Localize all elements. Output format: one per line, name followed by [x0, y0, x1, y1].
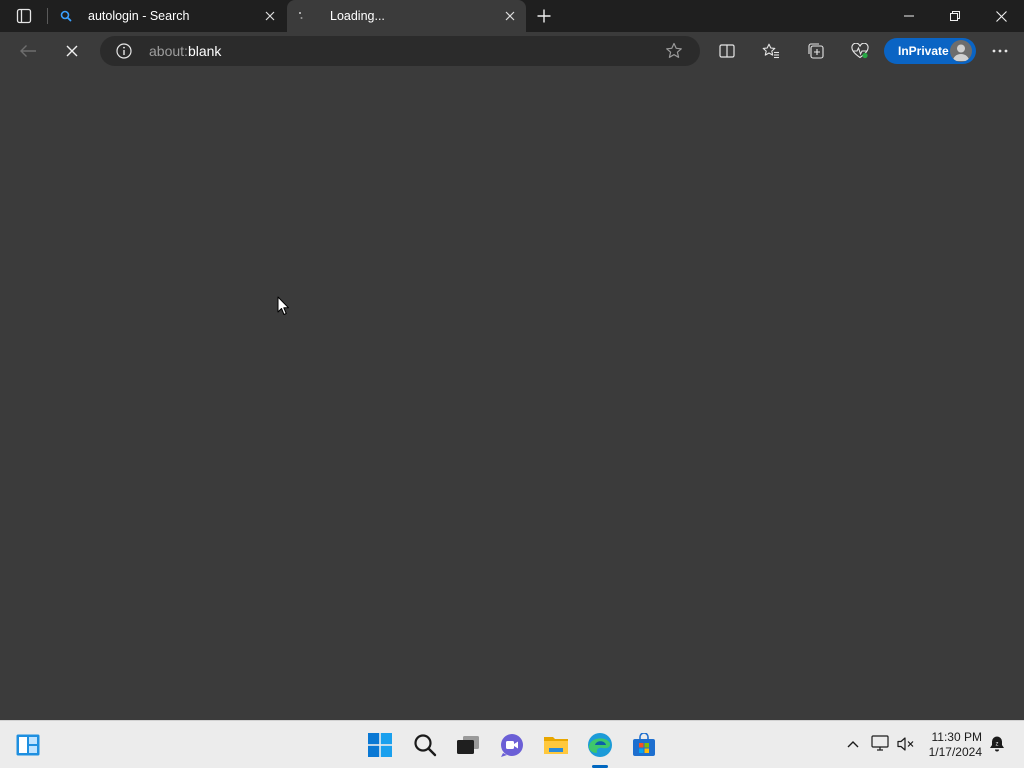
url-scheme: about: [149, 43, 188, 59]
info-icon[interactable] [116, 43, 132, 59]
tab-title: Loading... [330, 9, 385, 23]
chat-button[interactable] [496, 729, 528, 761]
volume-muted-icon [897, 737, 914, 751]
tab-title: autologin - Search [88, 9, 190, 23]
collections-icon [808, 43, 824, 59]
address-bar[interactable]: about:blank [100, 36, 700, 66]
store-icon [633, 733, 655, 756]
loading-spinner-icon [294, 8, 310, 24]
edge-browser-button[interactable] [584, 729, 616, 761]
tab-loading[interactable]: Loading... [287, 0, 526, 32]
back-arrow-icon [20, 45, 36, 57]
widgets-icon [16, 734, 40, 756]
new-tab-button[interactable] [532, 4, 556, 28]
restore-button[interactable] [932, 0, 978, 32]
add-favorite-star-icon[interactable] [665, 42, 683, 60]
split-screen-icon [719, 44, 735, 58]
widgets-button[interactable] [12, 729, 44, 761]
browser-toolbar: about:blank InPrivate [0, 32, 1024, 70]
browser-essentials-button[interactable] [844, 35, 876, 67]
search-icon [414, 734, 437, 757]
system-clock[interactable]: 11:30 PM 1/17/2024 [920, 730, 982, 760]
notifications-button[interactable]: z [986, 733, 1008, 755]
url-host: blank [187, 43, 222, 59]
favorites-icon [762, 43, 779, 59]
stop-icon [66, 45, 78, 57]
plus-icon [537, 9, 551, 23]
svg-text:z: z [996, 742, 999, 748]
close-icon [995, 10, 1007, 22]
notification-bell-icon: z [990, 736, 1004, 752]
minimize-icon [904, 15, 914, 17]
inprivate-label: InPrivate [898, 44, 949, 58]
show-hidden-icons-button[interactable] [842, 733, 864, 755]
file-explorer-icon [544, 737, 568, 754]
file-explorer-button[interactable] [540, 729, 572, 761]
more-dots-icon [992, 49, 1008, 53]
edge-icon [588, 733, 612, 757]
mouse-cursor-icon [277, 296, 289, 315]
settings-more-button[interactable] [984, 35, 1016, 67]
favorites-button[interactable] [755, 35, 787, 67]
back-button[interactable] [12, 35, 44, 67]
collections-button[interactable] [800, 35, 832, 67]
network-button[interactable] [870, 733, 892, 755]
task-view-icon [457, 736, 479, 754]
network-icon [871, 735, 889, 751]
close-window-button[interactable] [978, 0, 1024, 32]
store-button[interactable] [628, 729, 660, 761]
stop-loading-button[interactable] [56, 35, 88, 67]
profile-icon [953, 44, 969, 61]
start-icon [368, 733, 392, 757]
close-icon [265, 11, 275, 21]
url-text[interactable]: about:blank [149, 43, 221, 59]
clock-date: 1/17/2024 [928, 745, 982, 759]
tab-close-button[interactable] [258, 4, 282, 28]
tab-actions-button[interactable] [8, 4, 40, 28]
task-view-button[interactable] [452, 729, 484, 761]
title-bar: autologin - Search Loading... [0, 0, 1024, 32]
volume-button[interactable] [895, 733, 917, 755]
start-button[interactable] [364, 729, 396, 761]
inprivate-button[interactable]: InPrivate [884, 38, 976, 64]
close-icon [505, 11, 515, 21]
page-content[interactable] [0, 70, 1024, 720]
heart-pulse-icon [851, 43, 869, 59]
split-screen-button[interactable] [711, 35, 743, 67]
tab-close-button[interactable] [498, 4, 522, 28]
clock-time: 11:30 PM [931, 730, 982, 744]
minimize-button[interactable] [886, 0, 932, 32]
taskbar: 11:30 PM 1/17/2024 z [0, 720, 1024, 768]
tab-search[interactable]: autologin - Search [52, 0, 286, 32]
search-icon [58, 8, 74, 24]
tab-actions-icon [16, 8, 32, 24]
chat-icon [501, 734, 523, 757]
taskbar-search-button[interactable] [409, 729, 441, 761]
chevron-up-icon [847, 741, 859, 748]
avatar [950, 40, 972, 62]
tab-separator [47, 8, 48, 24]
restore-icon [950, 11, 960, 21]
